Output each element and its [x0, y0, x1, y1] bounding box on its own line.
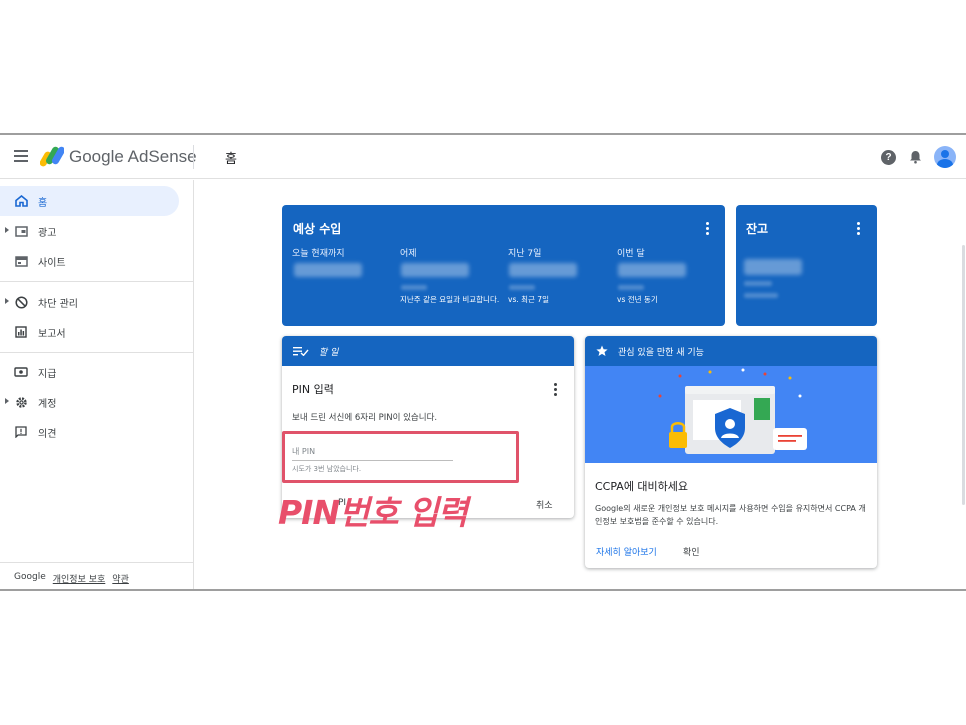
estimate-label-yesterday: 어제	[400, 249, 417, 259]
sidebar-item-ads[interactable]: 광고	[0, 216, 179, 246]
sidebar-item-payments[interactable]: 지급	[0, 357, 179, 387]
sites-icon	[14, 254, 28, 268]
reports-icon	[14, 325, 28, 339]
feature-description: Google의 새로운 개인정보 보호 메시지를 사용하면 수입을 유지하면서 …	[595, 504, 866, 526]
card-title: 잔고	[746, 222, 769, 236]
more-vert-icon[interactable]	[857, 222, 860, 235]
redacted-value	[509, 263, 577, 277]
more-vert-icon[interactable]	[706, 222, 709, 235]
expand-arrow-icon	[5, 398, 9, 404]
privacy-illustration	[585, 366, 877, 463]
estimate-label-month: 이번 달	[617, 249, 645, 259]
pin-highlight-box	[282, 431, 519, 483]
sidebar-divider	[0, 281, 194, 282]
sidebar-item-account[interactable]: 계정	[0, 387, 179, 417]
page-title: 홈	[225, 152, 237, 167]
redacted-delta	[618, 285, 644, 290]
sidebar-item-feedback[interactable]: 의견	[0, 417, 179, 447]
help-icon[interactable]: ?	[881, 149, 896, 165]
sidebar-item-label: 보고서	[38, 328, 66, 340]
cancel-button[interactable]: 취소	[536, 498, 553, 511]
more-vert-icon[interactable]	[554, 383, 557, 396]
redacted-value	[618, 263, 686, 277]
redacted-delta	[509, 285, 535, 290]
card-title: 예상 수입	[293, 222, 342, 236]
feedback-icon	[14, 425, 28, 439]
redacted-value	[294, 263, 362, 277]
estimate-note: 지난주 같은 요일과 비교합니다.	[400, 295, 500, 304]
redacted-value	[744, 259, 802, 275]
checklist-icon	[293, 347, 309, 356]
sidebar-item-home[interactable]: 홈	[0, 186, 179, 216]
todo-card-header: 할 일	[282, 336, 574, 366]
todo-header-label: 할 일	[319, 347, 339, 358]
estimate-note: vs. 최근 7일	[508, 295, 549, 304]
top-app-bar: Google AdSense 홈 ?	[0, 135, 966, 179]
sidebar-item-label: 홈	[38, 197, 48, 209]
terms-link[interactable]: 약관	[112, 572, 129, 585]
sidebar-item-reports[interactable]: 보고서	[0, 317, 179, 347]
home-icon	[14, 194, 28, 208]
sidebar-item-label: 광고	[38, 227, 57, 239]
privacy-link[interactable]: 개인정보 보호	[53, 572, 106, 585]
balance-card: 잔고	[736, 205, 877, 326]
expand-arrow-icon	[5, 227, 9, 233]
new-feature-card: 관심 있을 만한 새 기능 CCPA에 대비하세요 Google의 새로운 개인…	[585, 336, 877, 568]
sidebar-item-label: 계정	[38, 398, 57, 410]
sidebar-item-label: 차단 관리	[38, 298, 78, 310]
ads-icon	[14, 224, 28, 238]
pin-description: 보내 드린 서신에 6자리 PIN이 있습니다.	[292, 413, 438, 423]
estimate-label-7days: 지난 7일	[508, 249, 542, 259]
header-divider	[193, 145, 194, 169]
settings-icon	[14, 395, 28, 409]
redacted-value	[401, 263, 469, 277]
sidebar-item-label: 의견	[38, 428, 57, 440]
sidebar-divider	[0, 352, 194, 353]
sidebar-item-label: 사이트	[38, 257, 66, 269]
sidebar: 홈 광고 사이트 차단 관리 보고서 지급 계정 의견 Google 개인정보 …	[0, 180, 194, 589]
block-icon	[14, 295, 28, 309]
estimated-earnings-card: 예상 수입 오늘 현재까지 어제 지난주 같은 요일과 비교합니다. 지난 7일…	[282, 205, 725, 326]
confirm-button[interactable]: 확인	[683, 545, 700, 558]
brand-name: Google AdSense	[69, 147, 197, 166]
scrollbar[interactable]	[962, 245, 965, 505]
pin-title: PIN 입력	[292, 383, 334, 396]
sidebar-footer: Google 개인정보 보호 약관	[14, 572, 129, 585]
payments-icon	[14, 365, 28, 379]
feature-title: CCPA에 대비하세요	[595, 480, 689, 493]
footer-brand: Google	[14, 572, 46, 582]
sidebar-item-label: 지급	[38, 368, 57, 380]
estimate-label-today: 오늘 현재까지	[292, 249, 345, 259]
estimate-note: vs 전년 동기	[617, 295, 658, 304]
redacted-delta	[401, 285, 427, 290]
redacted-note	[744, 293, 778, 298]
annotation-label: PIN번호 입력	[278, 493, 468, 532]
star-icon	[596, 345, 608, 356]
sidebar-item-sites[interactable]: 사이트	[0, 246, 179, 276]
account-avatar[interactable]	[934, 146, 956, 168]
menu-icon[interactable]	[14, 150, 28, 162]
notifications-icon[interactable]	[906, 148, 924, 166]
expand-arrow-icon	[5, 298, 9, 304]
redacted-note	[744, 281, 772, 286]
feature-header-label: 관심 있을 만한 새 기능	[618, 347, 704, 358]
sidebar-footer-divider	[0, 562, 194, 563]
adsense-logo-icon	[40, 146, 64, 167]
sidebar-item-blocking[interactable]: 차단 관리	[0, 287, 179, 317]
feature-card-header: 관심 있을 만한 새 기능	[585, 336, 877, 366]
learn-more-link[interactable]: 자세히 알아보기	[596, 545, 657, 558]
